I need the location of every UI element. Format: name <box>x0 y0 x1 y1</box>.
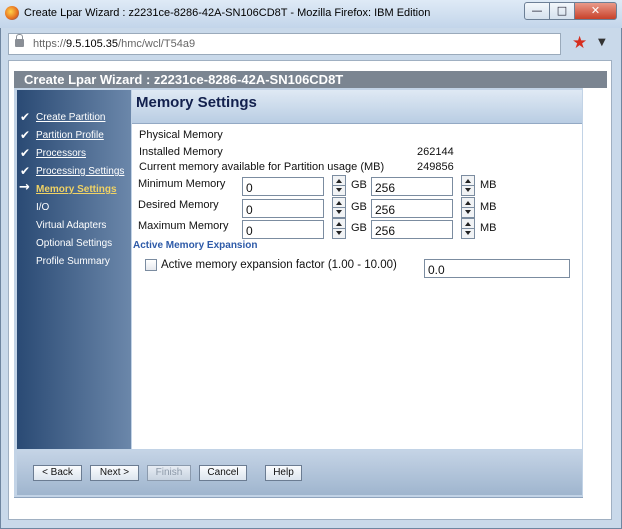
gb-unit-label: GB <box>351 179 367 191</box>
available-memory-value: 249856 <box>417 161 454 173</box>
spin-up-icon[interactable] <box>465 222 471 226</box>
ame-factor-input[interactable]: 0.0 <box>424 259 570 278</box>
mb-unit-label: MB <box>480 222 497 234</box>
nav-item-profile-summary: Profile Summary <box>36 256 110 267</box>
nav-item-optional-settings: Optional Settings <box>36 238 113 249</box>
current-step-arrow-icon: → <box>19 180 30 195</box>
minimum-memory-label: Minimum Memory <box>138 178 226 190</box>
spin-up-icon[interactable] <box>465 179 471 183</box>
mb-unit-label: MB <box>480 201 497 213</box>
nav-item-processors[interactable]: Processors <box>36 148 86 159</box>
spin-up-icon[interactable] <box>336 201 342 205</box>
wizard-nav <box>17 90 131 449</box>
nav-item-virtual-adapters: Virtual Adapters <box>36 220 107 231</box>
spin-down-icon[interactable] <box>465 188 471 192</box>
available-memory-label: Current memory available for Partition u… <box>139 161 385 173</box>
close-button[interactable]: ✕ <box>574 2 617 20</box>
installed-memory-value: 262144 <box>417 146 454 158</box>
wizard-header: Create Lpar Wizard : z2231ce-8286-42A-SN… <box>14 71 607 88</box>
nav-item-io: I/O <box>36 202 50 213</box>
desired-memory-mb-input[interactable]: 256 <box>371 199 453 218</box>
spin-down-icon[interactable] <box>465 210 471 214</box>
spin-up-icon[interactable] <box>336 222 342 226</box>
check-icon: ✔ <box>20 164 31 178</box>
window-title: Create Lpar Wizard : z2231ce-8286-42A-SN… <box>24 7 431 19</box>
spin-down-icon[interactable] <box>336 231 342 235</box>
desired-memory-label: Desired Memory <box>138 199 219 211</box>
maximum-memory-mb-spinner[interactable] <box>461 218 475 239</box>
ame-checkbox[interactable] <box>145 259 157 271</box>
finish-button[interactable]: Finish <box>147 465 191 481</box>
ame-section-title: Active Memory Expansion <box>133 240 258 251</box>
check-icon: ✔ <box>20 128 31 142</box>
gb-unit-label: GB <box>351 201 367 213</box>
spin-down-icon[interactable] <box>336 188 342 192</box>
url-scheme: https:// <box>33 38 67 50</box>
spin-down-icon[interactable] <box>465 231 471 235</box>
help-button[interactable]: Help <box>265 465 302 481</box>
maximum-memory-label: Maximum Memory <box>138 220 229 232</box>
installed-memory-label: Installed Memory <box>139 146 223 158</box>
nav-item-partition-profile[interactable]: Partition Profile <box>36 130 104 141</box>
maximum-memory-gb-input[interactable]: 0 <box>242 220 324 239</box>
url-path: /hmc/wcl/T54a9 <box>118 38 196 50</box>
back-button[interactable]: < Back <box>33 465 82 481</box>
footer-divider <box>14 497 583 498</box>
desired-memory-mb-spinner[interactable] <box>461 197 475 218</box>
title-bar: Create Lpar Wizard : z2231ce-8286-42A-SN… <box>0 0 622 28</box>
minimum-memory-mb-spinner[interactable] <box>461 175 475 196</box>
minimize-button[interactable]: — <box>524 2 550 20</box>
url-host: 9.5.105.35 <box>66 38 119 50</box>
maximum-memory-mb-input[interactable]: 256 <box>371 220 453 239</box>
physical-memory-label: Physical Memory <box>139 129 223 141</box>
minimum-memory-gb-spinner[interactable] <box>332 175 346 196</box>
check-icon: ✔ <box>20 110 31 124</box>
lock-icon <box>15 34 24 47</box>
bookmark-star-icon[interactable]: ★ <box>572 33 587 53</box>
nav-item-create-partition[interactable]: Create Partition <box>36 112 105 123</box>
next-button[interactable]: Next > <box>90 465 139 481</box>
maximize-button[interactable]: □ <box>549 2 575 20</box>
gb-unit-label: GB <box>351 222 367 234</box>
desired-memory-gb-spinner[interactable] <box>332 197 346 218</box>
desired-memory-gb-input[interactable]: 0 <box>242 199 324 218</box>
spin-up-icon[interactable] <box>465 201 471 205</box>
menu-dropdown-icon[interactable]: ▼ <box>598 37 606 48</box>
ame-checkbox-label: Active memory expansion factor (1.00 - 1… <box>161 259 397 271</box>
page-title: Memory Settings <box>136 94 257 111</box>
minimum-memory-gb-input[interactable]: 0 <box>242 177 324 196</box>
url-text[interactable]: https://9.5.105.35/hmc/wcl/T54a9 <box>33 38 195 50</box>
maximum-memory-gb-spinner[interactable] <box>332 218 346 239</box>
firefox-icon <box>5 6 19 20</box>
cancel-button[interactable]: Cancel <box>199 465 247 481</box>
spin-up-icon[interactable] <box>336 179 342 183</box>
mb-unit-label: MB <box>480 179 497 191</box>
nav-item-memory-settings[interactable]: Memory Settings <box>36 184 117 195</box>
check-icon: ✔ <box>20 146 31 160</box>
spin-down-icon[interactable] <box>336 210 342 214</box>
minimum-memory-mb-input[interactable]: 256 <box>371 177 453 196</box>
url-bar[interactable]: https://9.5.105.35/hmc/wcl/T54a9 <box>8 33 561 55</box>
nav-item-processing-settings[interactable]: Processing Settings <box>36 166 124 177</box>
